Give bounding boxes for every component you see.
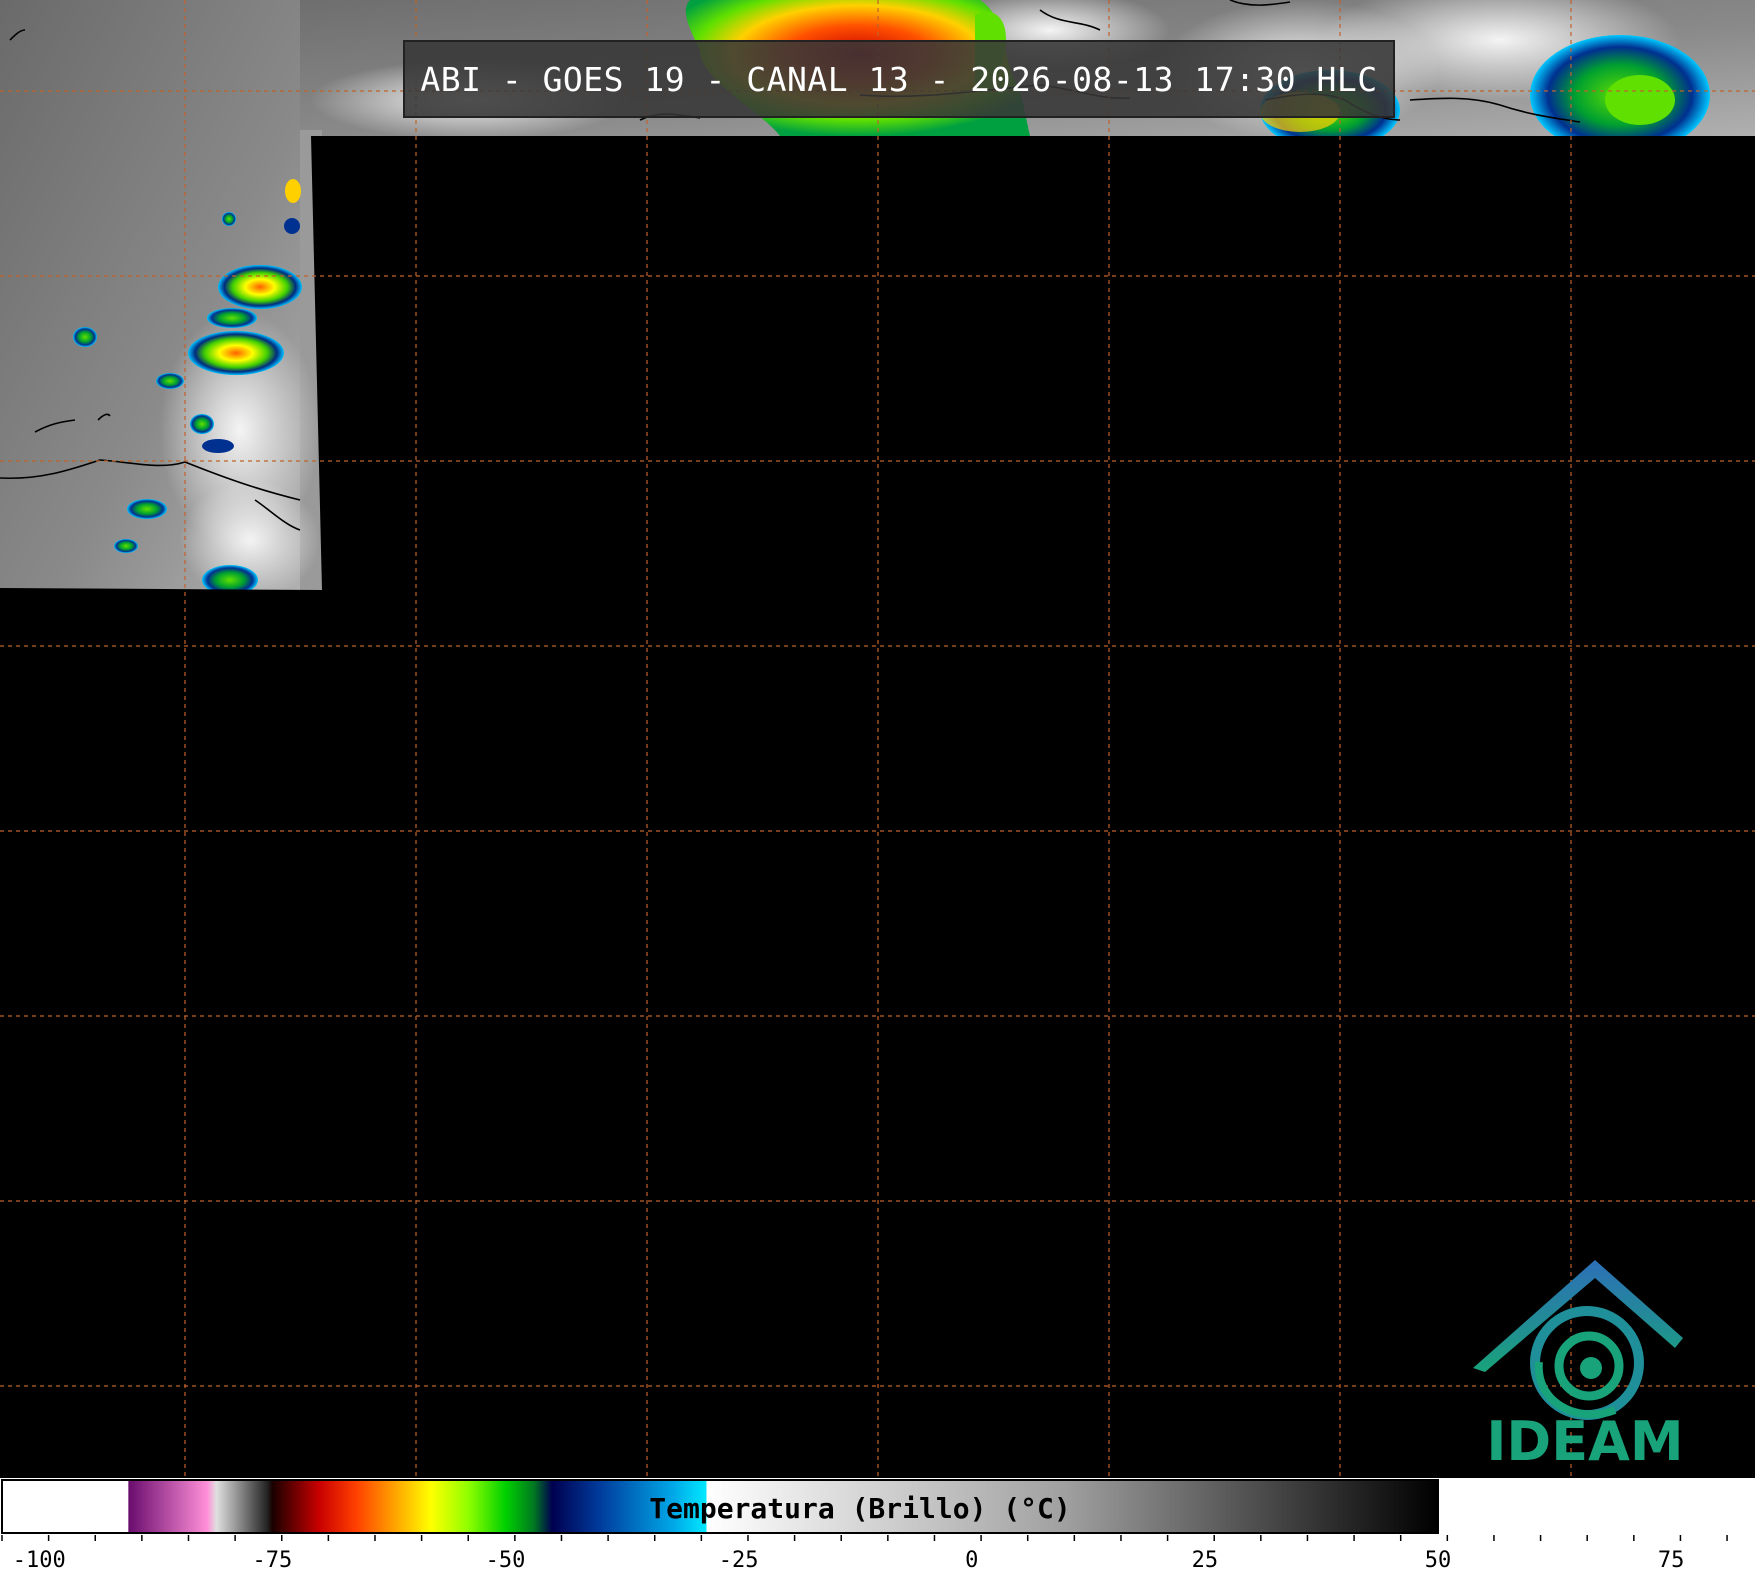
colorbar-tick-label: -25: [718, 1548, 759, 1573]
colorbar-tick-label: 75: [1657, 1548, 1685, 1573]
satellite-map: [0, 0, 1755, 1478]
colorbar-tick-label: 25: [1191, 1548, 1219, 1573]
colorbar-tick-label: 50: [1424, 1548, 1452, 1573]
image-title: ABI - GOES 19 - CANAL 13 - 2026-08-13 17…: [403, 40, 1395, 118]
colorbar-tick-label: -75: [252, 1548, 293, 1573]
colorbar-tick-label: 0: [965, 1548, 979, 1573]
satellite-image-page: IDEAM ABI - GOES 19 - CANAL 13 - 2026-08…: [0, 0, 1755, 1577]
logo-text: IDEAM: [1486, 1410, 1684, 1473]
colorbar-tick-label: -100: [12, 1548, 66, 1573]
colorbar-tick-label: -50: [485, 1548, 526, 1573]
colorbar-label: Temperatura (Brillo) (°C): [649, 1492, 1071, 1525]
